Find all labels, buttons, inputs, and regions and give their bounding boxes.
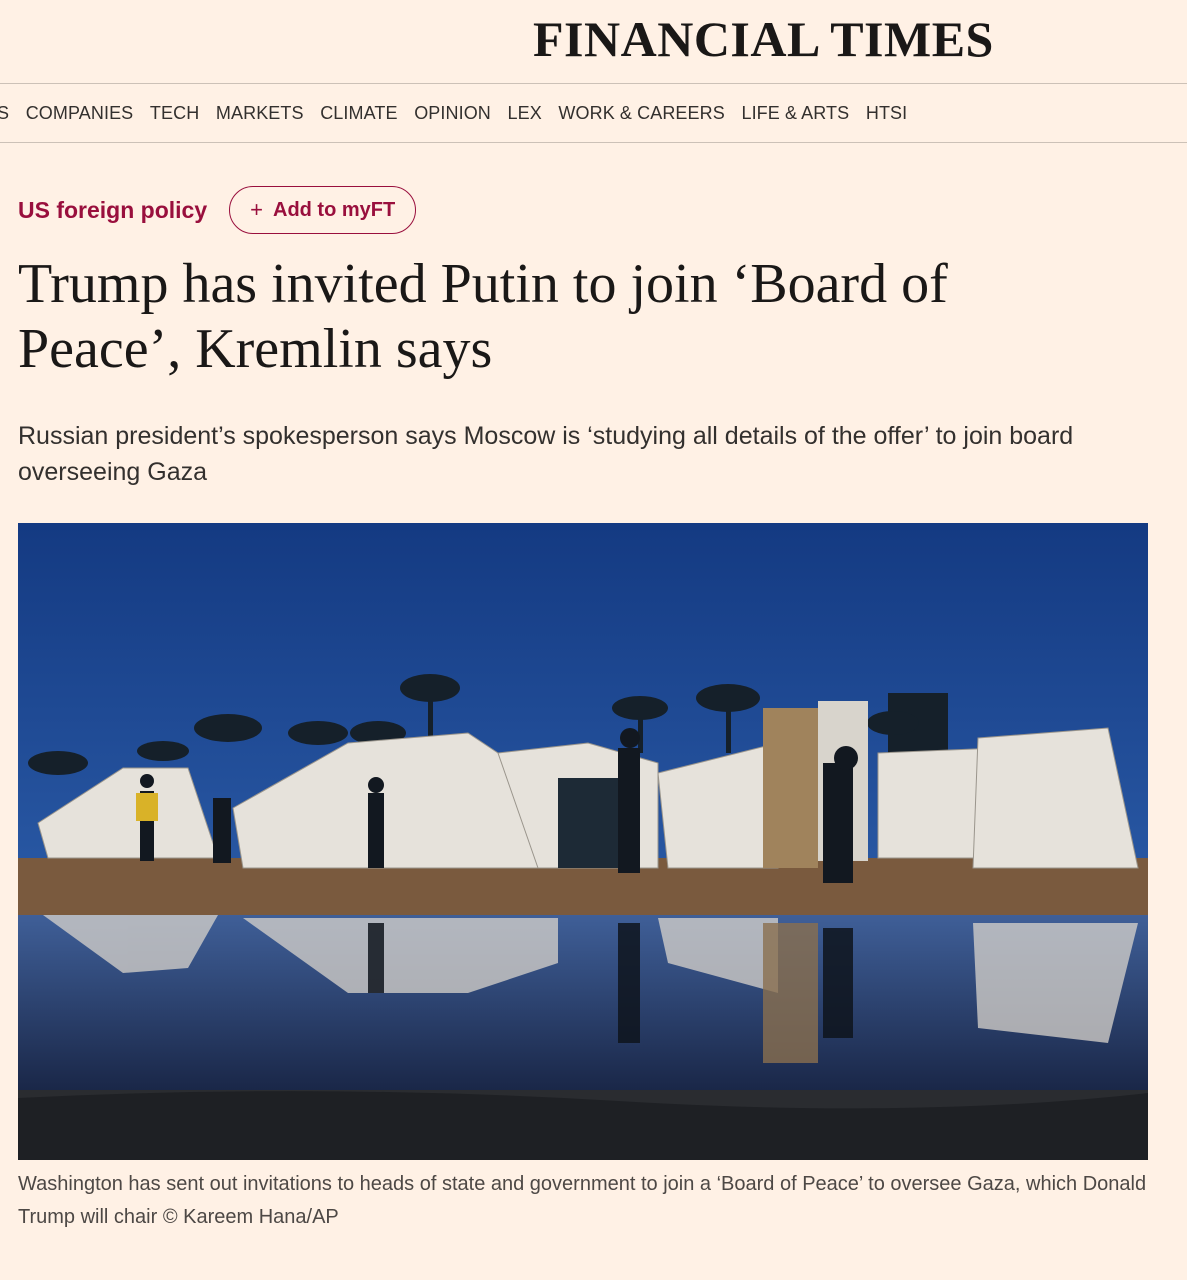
nav-item-tech[interactable]: TECH bbox=[142, 103, 208, 124]
tent-camp-photo bbox=[18, 523, 1148, 1160]
article-main-image bbox=[18, 523, 1148, 1160]
nav-item-markets[interactable]: MARKETS bbox=[208, 103, 312, 124]
nav-item-htsi[interactable]: HTSI bbox=[858, 103, 916, 124]
masthead: FINANCIAL TIMES bbox=[0, 0, 1187, 84]
nav-item-opinion[interactable]: OPINION bbox=[406, 103, 499, 124]
nav-item-companies[interactable]: COMPANIES bbox=[17, 103, 141, 124]
add-to-myft-button[interactable]: + Add to myFT bbox=[229, 186, 417, 234]
article-headline: Trump has invited Putin to join ‘Board o… bbox=[18, 253, 948, 380]
nav-item-lex[interactable]: LEX bbox=[499, 103, 550, 124]
nav-item-life-arts[interactable]: LIFE & ARTS bbox=[733, 103, 857, 124]
plus-icon: + bbox=[250, 197, 263, 222]
article-standfirst: Russian president’s spokesperson says Mo… bbox=[18, 422, 1074, 486]
topic-link[interactable]: US foreign policy bbox=[18, 197, 207, 224]
nav-item-partial[interactable]: S bbox=[0, 103, 17, 124]
main-navigation: S COMPANIES TECH MARKETS CLIMATE OPINION… bbox=[0, 84, 1187, 143]
image-caption: Washington has sent out invitations to h… bbox=[18, 1173, 1147, 1228]
ft-logo[interactable]: FINANCIAL TIMES bbox=[533, 10, 994, 68]
nav-list: S COMPANIES TECH MARKETS CLIMATE OPINION… bbox=[0, 84, 916, 143]
nav-item-climate[interactable]: CLIMATE bbox=[312, 103, 406, 124]
topic-row: US foreign policy + Add to myFT bbox=[18, 186, 417, 234]
add-to-myft-label: Add to myFT bbox=[273, 198, 396, 221]
nav-item-work-careers[interactable]: WORK & CAREERS bbox=[550, 103, 733, 124]
